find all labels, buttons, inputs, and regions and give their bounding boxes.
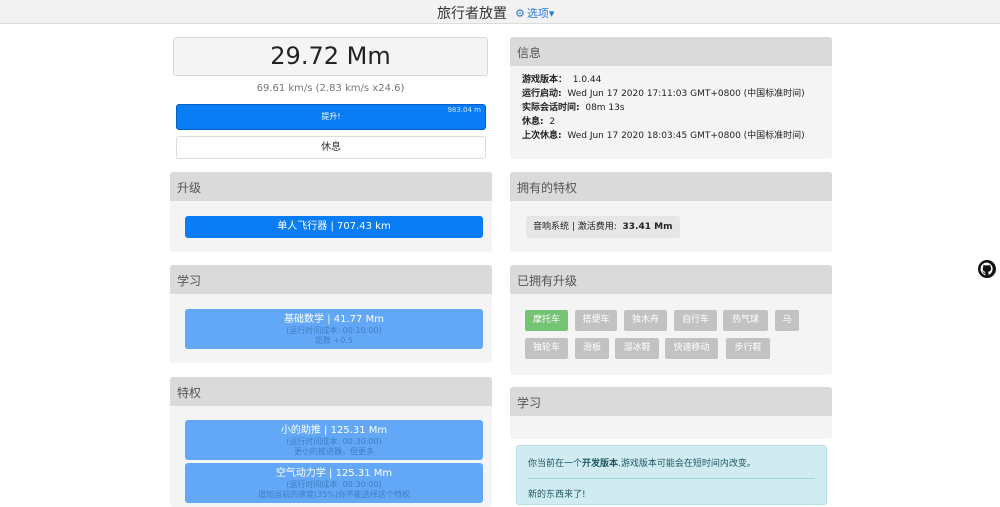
rest-button[interactable]: 休息 (176, 136, 486, 159)
owned-perk-label: 音响系统 | 激活费用: (533, 222, 617, 232)
notice-text-bold: 开发版本 (582, 459, 619, 469)
notice-second: 新的东西来了! (528, 490, 586, 500)
github-icon[interactable] (978, 260, 996, 278)
perk-item-cost: (运行时间成本: 00:30:00) (286, 437, 382, 446)
perk-item-cost: (运行时间成本: 00:30:00) (286, 480, 382, 489)
notice-divider (528, 478, 815, 479)
perk-item-effect: 增加当前的速度(35%)你不能选择这个特权 (257, 490, 411, 499)
top-navbar: 旅行者放置 ⚙ 选项▾ (0, 0, 1000, 24)
notice-text-after: .游戏版本可能会在短时间内改变。 (618, 459, 756, 469)
upgrade-chip-balloon[interactable]: 热气球 (723, 310, 768, 331)
owned-upgrades-panel-title: 已拥有升级 (510, 265, 832, 294)
perk-small-boost-button[interactable]: 小的助推 | 125.31 Mm (运行时间成本: 00:30:00) 更小的推… (185, 420, 483, 460)
boost-label: 提升! (321, 112, 341, 121)
upgrade-jetpack-button[interactable]: 单人飞行器 | 707.43 km (185, 216, 483, 238)
learn-item-cost: (运行时间成本: 00:10:00) (286, 326, 382, 335)
app-title: 旅行者放置 (437, 6, 507, 22)
perks-panel-title: 特权 (170, 377, 492, 406)
dev-version-notice: 你当前在一个开发版本.游戏版本可能会在短时间内改变。 新的东西来了! (516, 445, 827, 505)
perk-item-effect: 更小的推进器，但更多 (294, 447, 374, 456)
learn-item-title: 基础数学 | 41.77 Mm (284, 314, 384, 325)
learn-panel-right-title: 学习 (510, 387, 832, 416)
info-row-rests: 休息: 2 (522, 115, 820, 129)
boost-corner-text: 983.04 m (447, 106, 481, 114)
gears-icon: ⚙ (515, 7, 525, 20)
info-rows: 游戏版本： 1.0.44 运行启动: Wed Jun 17 2020 17:11… (510, 66, 832, 150)
info-row-last-rest: 上次休息: Wed Jun 17 2020 18:03:45 GMT+0800 … (522, 129, 820, 143)
info-panel-title: 信息 (510, 37, 832, 66)
info-value: Wed Jun 17 2020 18:03:45 GMT+0800 (中国标准时… (567, 131, 805, 141)
info-label: 上次休息: (522, 131, 562, 141)
learn-item-effect: 距数 +0.5 (315, 336, 353, 345)
options-label: 选项 (526, 7, 549, 20)
owned-perk-cost: 33.41 Mm (622, 222, 673, 232)
upgrade-chip-unicycle[interactable]: 独轮车 (525, 338, 568, 359)
upgrade-chip-bicycle[interactable]: 自行车 (674, 310, 717, 331)
upgrade-chip-skates[interactable]: 溜冰鞋 (615, 338, 659, 359)
distance-display: 29.72 Mm (173, 37, 488, 76)
info-row-start: 运行启动: Wed Jun 17 2020 17:11:03 GMT+0800 … (522, 87, 820, 101)
perk-item-title: 小的助推 | 125.31 Mm (280, 425, 388, 436)
info-label: 运行启动: (522, 89, 562, 99)
perk-item-title: 空气动力学 | 125.31 Mm (275, 468, 393, 479)
info-label: 游戏版本： (522, 75, 568, 85)
options-dropdown[interactable]: ⚙ 选项▾ (515, 5, 554, 21)
info-row-session: 实际会话时间: 08m 13s (522, 101, 820, 115)
info-label: 实际会话时间: (522, 103, 580, 113)
upgrades-panel-title: 升级 (170, 172, 492, 201)
upgrade-chip-motorcycle[interactable]: 摩托车 (525, 310, 568, 331)
notice-text: 你当前在一个开发版本.游戏版本可能会在短时间内改变。 (528, 456, 815, 469)
learn-panel-right: 学习 (510, 387, 832, 439)
upgrades-panel: 升级 (170, 172, 492, 252)
info-value: 2 (549, 117, 556, 127)
info-panel: 信息 游戏版本： 1.0.44 运行启动: Wed Jun 17 2020 17… (510, 37, 832, 159)
owned-perks-panel-title: 拥有的特权 (510, 172, 832, 201)
speed-readout: 69.61 km/s (2.83 km/s x24.6) (256, 83, 405, 94)
upgrade-chip-walking-shoes[interactable]: 步行鞋 (726, 338, 770, 359)
upgrade-chip-hitchhike[interactable]: 搭便车 (575, 310, 617, 331)
owned-perks-panel: 拥有的特权 (510, 172, 832, 252)
upgrade-chip-canoe[interactable]: 独木舟 (624, 310, 667, 331)
boost-button[interactable]: 提升! 983.04 m (176, 104, 486, 130)
upgrade-chip-fast-move[interactable]: 快速移动 (665, 338, 718, 359)
info-value: 08m 13s (585, 103, 625, 113)
info-value: Wed Jun 17 2020 17:11:03 GMT+0800 (中国标准时… (567, 89, 805, 99)
owned-perk-chip[interactable]: 音响系统 | 激活费用: 33.41 Mm (526, 216, 680, 238)
notice-text-before: 你当前在一个 (528, 459, 583, 469)
info-row-version: 游戏版本： 1.0.44 (522, 73, 820, 87)
perk-aerodynamics-button[interactable]: 空气动力学 | 125.31 Mm (运行时间成本: 00:30:00) 增加当… (185, 463, 483, 503)
caret-down-icon: ▾ (548, 7, 555, 20)
learn-basic-math-button[interactable]: 基础数学 | 41.77 Mm (运行时间成本: 00:10:00) 距数 +0… (185, 309, 483, 349)
info-label: 休息: (522, 117, 544, 127)
learn-panel-title: 学习 (170, 265, 492, 294)
info-value: 1.0.44 (572, 75, 602, 85)
upgrade-chip-skateboard[interactable]: 滑板 (575, 338, 609, 359)
upgrade-chip-horse[interactable]: 马 (775, 310, 799, 331)
